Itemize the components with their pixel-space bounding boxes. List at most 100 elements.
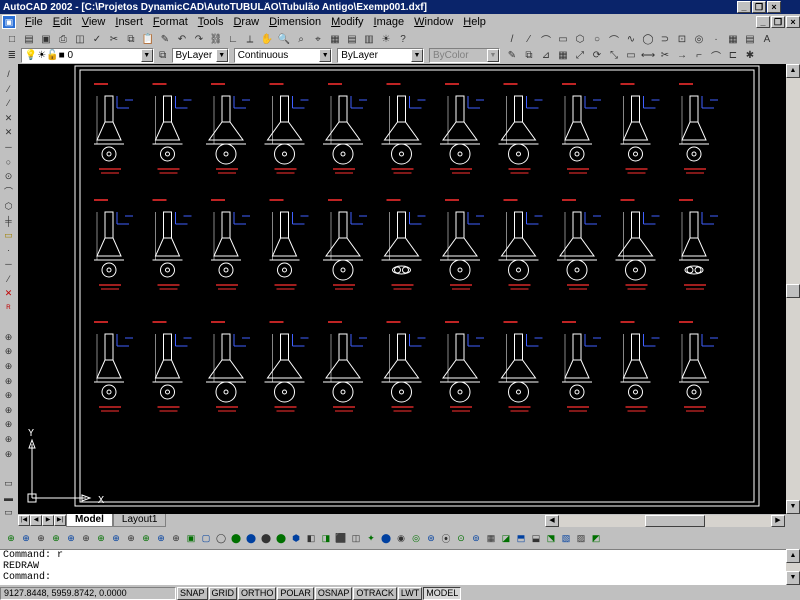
tb-modify-top-tool-icon[interactable]: ✂ bbox=[657, 48, 673, 63]
menu-edit[interactable]: Edit bbox=[48, 16, 77, 28]
tb-draw-top-tool-icon[interactable]: ▦ bbox=[725, 32, 741, 47]
tb-draw-top-tool-icon[interactable]: ⌒ bbox=[538, 32, 554, 47]
layers-icon[interactable]: ≣ bbox=[4, 48, 20, 63]
dbconnect-icon[interactable]: ▥ bbox=[361, 32, 377, 47]
new-icon[interactable]: □ bbox=[4, 32, 20, 47]
bottom-toolbar-tool-icon[interactable]: ⬤ bbox=[274, 531, 288, 545]
bottom-toolbar-tool-icon[interactable]: ⊕ bbox=[79, 531, 93, 545]
document-icon[interactable]: ▣ bbox=[2, 15, 16, 29]
color-select[interactable]: ByLayer ▼ bbox=[171, 47, 229, 63]
left-toolbar-tool-icon[interactable]: ▬ bbox=[2, 492, 16, 505]
bottom-toolbar-tool-icon[interactable]: ⊕ bbox=[64, 531, 78, 545]
vertical-scroll-thumb[interactable] bbox=[786, 284, 800, 298]
left-toolbar-tool-icon[interactable]: ⌒ bbox=[2, 185, 16, 198]
tb-modify-top-tool-icon[interactable]: ✎ bbox=[504, 48, 520, 63]
print-icon[interactable]: ⎙ bbox=[55, 32, 71, 47]
snap-toggle[interactable]: SNAP bbox=[177, 586, 208, 600]
ortho-toggle[interactable]: ORTHO bbox=[238, 586, 277, 600]
horizontal-scroll-thumb[interactable] bbox=[645, 515, 705, 527]
lwt-toggle[interactable]: LWT bbox=[397, 586, 423, 600]
menu-insert[interactable]: Insert bbox=[110, 16, 148, 28]
bottom-toolbar-tool-icon[interactable]: ⊕ bbox=[109, 531, 123, 545]
tb-modify-top-tool-icon[interactable]: ⊏ bbox=[725, 48, 741, 63]
bottom-toolbar-tool-icon[interactable]: ⬤ bbox=[379, 531, 393, 545]
osnap-toggle[interactable]: OSNAP bbox=[314, 586, 353, 600]
tb-draw-top-tool-icon[interactable]: / bbox=[504, 32, 520, 47]
layer-select[interactable]: 💡☀🔓■ 0 ▼ bbox=[20, 47, 154, 63]
left-toolbar-tool-icon[interactable]: ⁄ bbox=[2, 97, 16, 110]
bottom-toolbar-tool-icon[interactable]: ⬔ bbox=[544, 531, 558, 545]
tab-next-button[interactable]: ▶ bbox=[42, 515, 54, 526]
menu-image[interactable]: Image bbox=[369, 16, 410, 28]
left-toolbar-tool-icon[interactable]: ⊕ bbox=[2, 375, 16, 388]
tb-modify-top-tool-icon[interactable]: ⟷ bbox=[640, 48, 656, 63]
menu-modify[interactable]: Modify bbox=[326, 16, 368, 28]
zoom-window-icon[interactable]: ⌕ bbox=[293, 32, 309, 47]
left-toolbar-tool-icon[interactable]: ✕ bbox=[2, 126, 16, 139]
left-toolbar-tool-icon[interactable]: ─ bbox=[2, 258, 16, 271]
left-toolbar-tool-icon[interactable]: ✕ bbox=[2, 112, 16, 125]
tab-last-button[interactable]: ▶| bbox=[54, 515, 66, 526]
tb-draw-top-tool-icon[interactable]: ◯ bbox=[640, 32, 656, 47]
menu-format[interactable]: Format bbox=[148, 16, 193, 28]
bottom-toolbar-tool-icon[interactable]: ⊕ bbox=[154, 531, 168, 545]
copy-icon[interactable]: ⧉ bbox=[123, 32, 139, 47]
scroll-down-button[interactable]: ▼ bbox=[786, 571, 800, 585]
left-toolbar-tool-icon[interactable] bbox=[2, 462, 16, 475]
left-toolbar-tool-icon[interactable]: ⊕ bbox=[2, 360, 16, 373]
pan-icon[interactable]: ✋ bbox=[259, 32, 275, 47]
tb-draw-top-tool-icon[interactable]: ○ bbox=[589, 32, 605, 47]
tb-draw-top-tool-icon[interactable]: ⁄ bbox=[521, 32, 537, 47]
bottom-toolbar-tool-icon[interactable]: ◯ bbox=[214, 531, 228, 545]
bottom-toolbar-tool-icon[interactable]: ⬤ bbox=[244, 531, 258, 545]
hyperlink-icon[interactable]: ⛓ bbox=[208, 32, 224, 47]
bottom-toolbar-tool-icon[interactable]: ▨ bbox=[574, 531, 588, 545]
tb-modify-top-tool-icon[interactable]: ⤡ bbox=[606, 48, 622, 63]
undo-icon[interactable]: ↶ bbox=[174, 32, 190, 47]
left-toolbar-tool-icon[interactable]: ▭ bbox=[2, 506, 16, 519]
left-toolbar-tool-icon[interactable]: ✕ bbox=[2, 287, 16, 300]
left-toolbar-tool-icon[interactable]: ⊕ bbox=[2, 433, 16, 446]
menu-dimension[interactable]: Dimension bbox=[264, 16, 326, 28]
left-toolbar-tool-icon[interactable]: ╪ bbox=[2, 214, 16, 227]
scroll-down-button[interactable]: ▼ bbox=[786, 500, 800, 514]
lineweight-select[interactable]: ByLayer ▼ bbox=[337, 47, 424, 63]
bottom-toolbar-tool-icon[interactable]: ⊕ bbox=[124, 531, 138, 545]
vertical-scrollbar[interactable]: ▲ ▼ bbox=[786, 64, 800, 514]
properties-icon[interactable]: ▤ bbox=[344, 32, 360, 47]
tb-draw-top-tool-icon[interactable]: · bbox=[708, 32, 724, 47]
bottom-toolbar-tool-icon[interactable]: ⊕ bbox=[169, 531, 183, 545]
zoom-realtime-icon[interactable]: 🔍 bbox=[276, 32, 292, 47]
paste-icon[interactable]: 📋 bbox=[140, 32, 156, 47]
bottom-toolbar-tool-icon[interactable]: ⬛ bbox=[334, 531, 348, 545]
cut-icon[interactable]: ✂ bbox=[106, 32, 122, 47]
bottom-toolbar-tool-icon[interactable]: ⦿ bbox=[439, 531, 453, 545]
horizontal-scrollbar[interactable]: ◀ ▶ bbox=[545, 515, 785, 527]
left-toolbar-tool-icon[interactable]: ▭ bbox=[2, 229, 16, 242]
adcenter-icon[interactable]: ▦ bbox=[327, 32, 343, 47]
bottom-toolbar-tool-icon[interactable]: ▢ bbox=[199, 531, 213, 545]
bottom-toolbar-tool-icon[interactable]: ⬢ bbox=[289, 531, 303, 545]
left-toolbar-tool-icon[interactable]: · bbox=[2, 244, 16, 257]
bottom-toolbar-tool-icon[interactable]: ◫ bbox=[349, 531, 363, 545]
zoom-previous-icon[interactable]: ⌖ bbox=[310, 32, 326, 47]
save-icon[interactable]: ▣ bbox=[38, 32, 54, 47]
minimize-button[interactable]: _ bbox=[737, 1, 751, 13]
open-icon[interactable]: ▤ bbox=[21, 32, 37, 47]
doc-restore-button[interactable]: ❐ bbox=[771, 16, 785, 28]
bottom-toolbar-tool-icon[interactable]: ▧ bbox=[559, 531, 573, 545]
preview-icon[interactable]: ◫ bbox=[72, 32, 88, 47]
otrack-toggle[interactable]: OTRACK bbox=[353, 586, 397, 600]
bottom-toolbar-tool-icon[interactable]: ⬒ bbox=[514, 531, 528, 545]
bottom-toolbar-tool-icon[interactable]: ⬤ bbox=[259, 531, 273, 545]
bottom-toolbar-tool-icon[interactable]: ⊕ bbox=[49, 531, 63, 545]
tracking-icon[interactable]: ⟂ bbox=[242, 32, 258, 47]
menu-tools[interactable]: Tools bbox=[193, 16, 229, 28]
left-toolbar-tool-icon[interactable]: ▭ bbox=[2, 477, 16, 490]
left-toolbar-tool-icon[interactable]: ⊕ bbox=[2, 404, 16, 417]
model-toggle[interactable]: MODEL bbox=[423, 586, 462, 600]
menu-file[interactable]: File bbox=[20, 16, 48, 28]
left-toolbar-tool-icon[interactable]: ⁄ bbox=[2, 83, 16, 96]
left-toolbar-tool-icon[interactable]: ⊕ bbox=[2, 389, 16, 402]
tb-draw-top-tool-icon[interactable]: A bbox=[759, 32, 775, 47]
